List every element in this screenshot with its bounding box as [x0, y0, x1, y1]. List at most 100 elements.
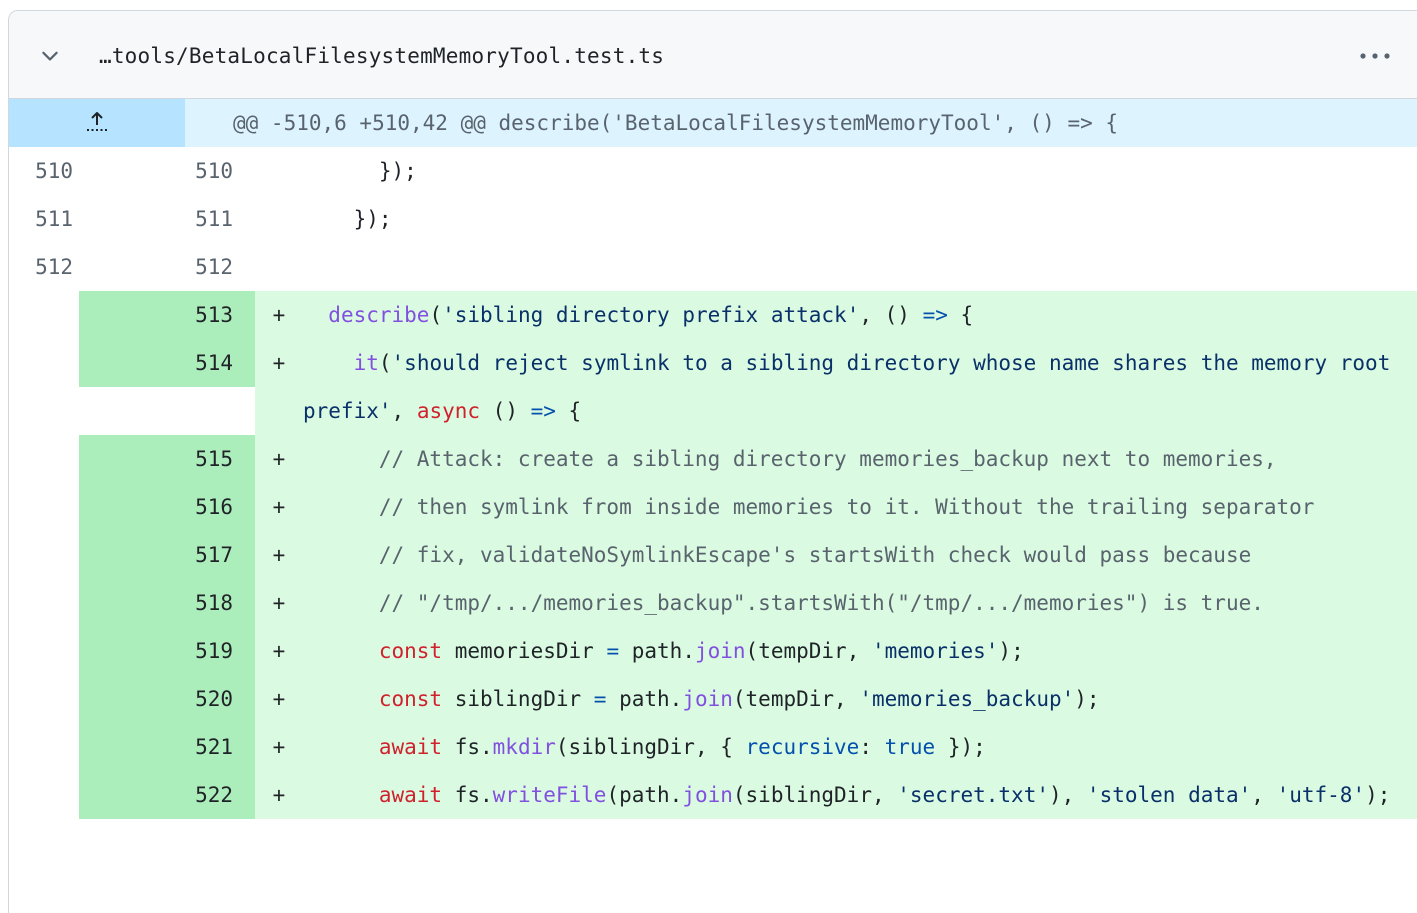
added-line-row: 519 + const memoriesDir = path.join(tempD…	[9, 627, 1417, 675]
old-line-number[interactable]: 512	[9, 243, 79, 291]
code-token: ()	[480, 399, 531, 423]
code-token: 'utf-8'	[1276, 783, 1366, 807]
code-token: join	[694, 639, 746, 663]
code-token: join	[682, 687, 733, 711]
diff-file: …tools/BetaLocalFilesystemMemoryTool.tes…	[8, 10, 1417, 913]
chevron-down-icon[interactable]	[39, 45, 61, 67]
new-line-number[interactable]: 512	[79, 243, 255, 291]
added-line-row: 520 + const siblingDir = path.join(tempDi…	[9, 675, 1417, 723]
code-line: });	[255, 195, 1417, 243]
added-line-row: 518 + // "/tmp/.../memories_backup".start…	[9, 579, 1417, 627]
diff-add-marker: +	[272, 639, 286, 663]
new-line-number[interactable]: 518	[79, 579, 255, 627]
expand-up-button[interactable]	[9, 99, 185, 147]
code-line: + // Attack: create a sibling directory …	[255, 435, 1417, 483]
code-line: + // then symlink from inside memories t…	[255, 483, 1417, 531]
old-line-number[interactable]: 511	[9, 195, 79, 243]
added-line-row: 517 + // fix, validateNoSymlinkEscape's s…	[9, 531, 1417, 579]
new-line-number[interactable]: 521	[79, 723, 255, 771]
code-token: {	[947, 303, 974, 327]
new-line-number[interactable]: 519	[79, 627, 255, 675]
code-token: path.	[619, 639, 695, 663]
new-line-number[interactable]: 516	[79, 483, 255, 531]
code-token: writeFile	[492, 783, 607, 807]
code-token: await	[378, 735, 443, 759]
diff-add-marker: +	[272, 783, 286, 807]
added-line-row: 513 + describe('sibling directory prefix …	[9, 291, 1417, 339]
added-line-row: 514 + it('should reject symlink to a sibl…	[9, 339, 1417, 435]
code-token: =>	[922, 303, 948, 327]
code-token: path.	[606, 687, 683, 711]
code-token: fs.	[442, 783, 493, 807]
code-token: });	[303, 207, 392, 231]
diff-add-marker: +	[272, 735, 286, 759]
context-line-row: 511 511 });	[9, 195, 1417, 243]
code-line: });	[255, 147, 1417, 195]
code-token: =>	[530, 399, 556, 423]
context-line-row: 510 510 });	[9, 147, 1417, 195]
code-token: const	[378, 639, 443, 663]
code-token: 'memories_backup'	[859, 687, 1075, 711]
kebab-horizontal-icon[interactable]	[1355, 41, 1395, 71]
added-line-row: 515 + // Attack: create a sibling directo…	[9, 435, 1417, 483]
new-line-number[interactable]: 517	[79, 531, 255, 579]
hunk-header-row: @@ -510,6 +510,42 @@ describe('BetaLocal…	[9, 99, 1417, 147]
code-token: });	[303, 159, 417, 183]
code-token: );	[1365, 783, 1391, 807]
added-line-row: 521 + await fs.mkdir(siblingDir, { recurs…	[9, 723, 1417, 771]
added-line-row: 522 + await fs.writeFile(path.join(siblin…	[9, 771, 1417, 819]
code-line: + // "/tmp/.../memories_backup".startsWi…	[255, 579, 1417, 627]
code-token: :	[859, 735, 885, 759]
code-token: 'stolen data'	[1086, 783, 1252, 807]
file-path[interactable]: …tools/BetaLocalFilesystemMemoryTool.tes…	[99, 44, 664, 68]
old-line-number[interactable]: 510	[9, 147, 79, 195]
diff-add-marker: +	[272, 303, 286, 327]
code-token: ),	[1048, 783, 1087, 807]
code-token: (	[378, 351, 392, 375]
code-token: (tempDir,	[732, 687, 860, 711]
new-line-number[interactable]: 513	[79, 291, 255, 339]
diff-add-marker: +	[272, 447, 286, 471]
context-line-row: 512 512	[9, 243, 1417, 291]
code-token: // "/tmp/.../memories_backup".startsWith…	[378, 591, 1264, 615]
diff-add-marker: +	[272, 351, 286, 375]
code-token: (siblingDir,	[732, 783, 898, 807]
code-token: ,	[1251, 783, 1277, 807]
code-token: });	[935, 735, 986, 759]
code-token: 'memories'	[871, 639, 999, 663]
diff-add-marker: +	[272, 591, 286, 615]
code-token: // fix, validateNoSymlinkEscape's starts…	[378, 543, 1252, 567]
new-line-number[interactable]: 520	[79, 675, 255, 723]
code-token: {	[555, 399, 582, 423]
diff-add-marker: +	[272, 495, 286, 519]
code-token: recursive	[745, 735, 860, 759]
file-header: …tools/BetaLocalFilesystemMemoryTool.tes…	[9, 11, 1417, 99]
code-token: mkdir	[492, 735, 556, 759]
new-line-number[interactable]: 514	[79, 339, 255, 387]
new-line-number[interactable]: 515	[79, 435, 255, 483]
new-line-number[interactable]: 522	[79, 771, 255, 819]
code-line: + await fs.writeFile(path.join(siblingDi…	[255, 771, 1417, 819]
code-token: siblingDir	[442, 687, 594, 711]
code-token: async	[416, 399, 481, 423]
code-token: 'sibling directory prefix attack'	[442, 303, 860, 327]
unfold-up-icon	[87, 112, 107, 131]
code-token: (siblingDir, {	[555, 735, 746, 759]
new-line-number[interactable]: 511	[79, 195, 255, 243]
new-line-number[interactable]: 510	[79, 147, 255, 195]
code-token: , ()	[859, 303, 923, 327]
code-token: 'secret.txt'	[897, 783, 1049, 807]
code-token: await	[378, 783, 443, 807]
added-line-row: 516 + // then symlink from inside memorie…	[9, 483, 1417, 531]
code-token: (path.	[606, 783, 683, 807]
code-token: it	[353, 351, 379, 375]
code-token: const	[378, 687, 443, 711]
